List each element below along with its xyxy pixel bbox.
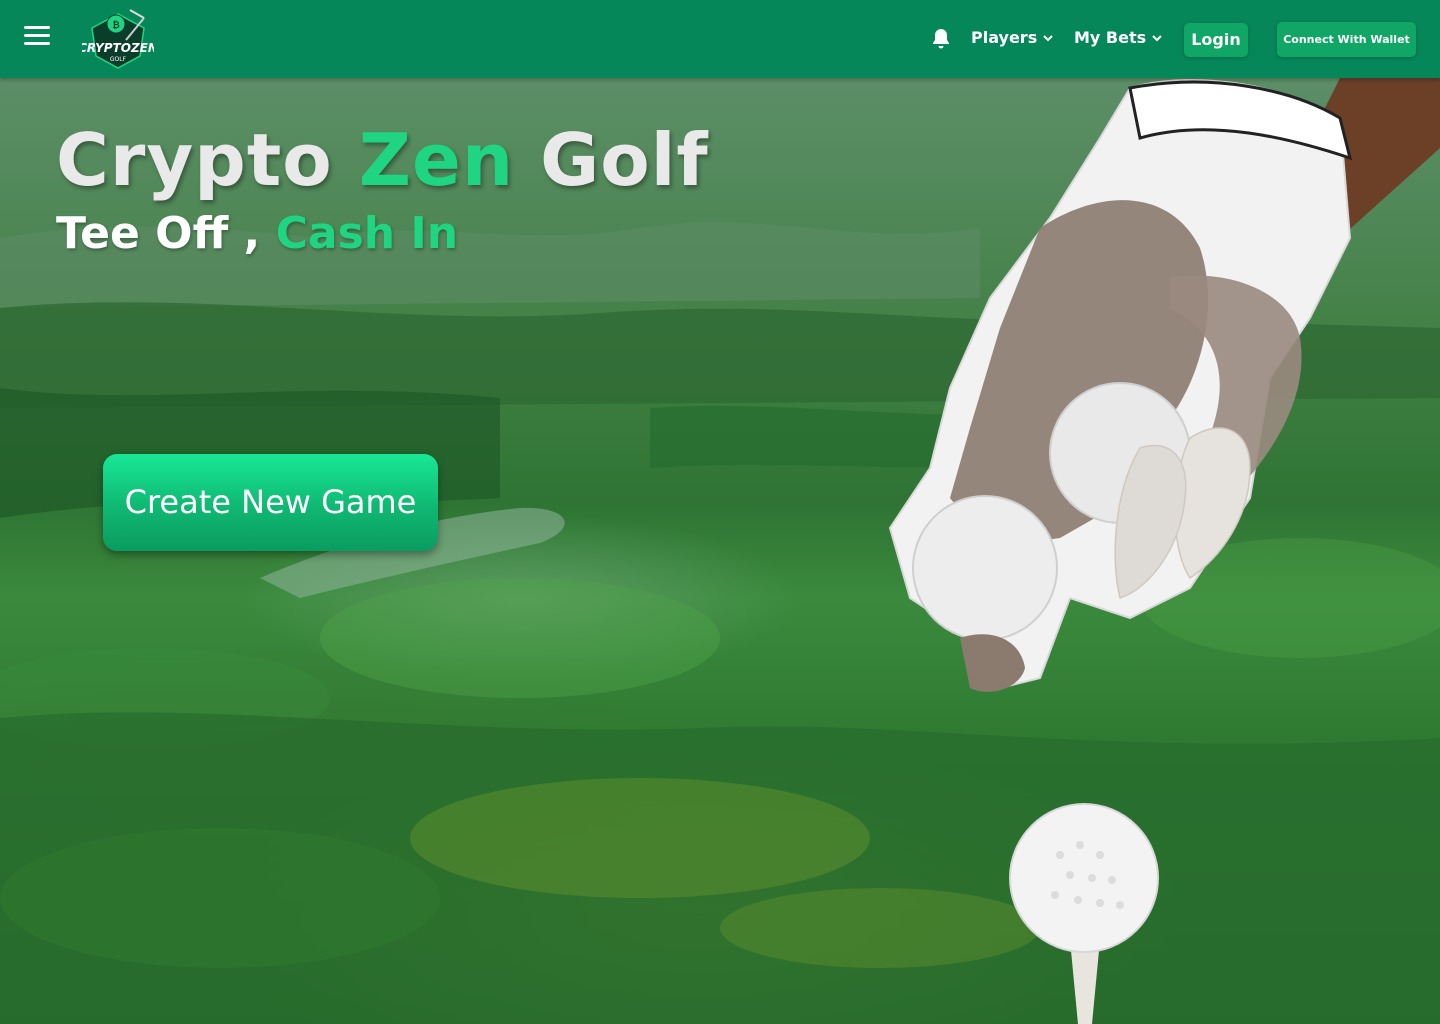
hero-section: Crypto Zen Golf Tee Off , Cash In Create…	[0, 78, 1440, 1024]
hamburger-menu-icon[interactable]	[24, 26, 56, 52]
hero-subtitle-cash-in: Cash In	[275, 208, 459, 259]
chevron-down-icon	[1043, 35, 1053, 42]
top-navigation-bar: ₿ CRYPTOZEN GOLF Players My Bets Login C…	[0, 0, 1440, 78]
nav-players-label: Players	[971, 28, 1038, 47]
bell-icon[interactable]	[929, 27, 953, 51]
svg-text:CRYPTOZEN: CRYPTOZEN	[82, 41, 154, 55]
svg-text:GOLF: GOLF	[110, 56, 127, 63]
hero-title-zen: Zen	[358, 118, 515, 202]
cryptozen-golf-logo[interactable]: ₿ CRYPTOZEN GOLF	[82, 6, 154, 72]
hero-subtitle: Tee Off , Cash In	[56, 208, 458, 259]
hero-title-golf: Golf	[540, 118, 709, 202]
golf-ball-on-tee-image	[1009, 803, 1159, 1024]
chevron-down-icon	[1152, 35, 1162, 42]
connect-wallet-button[interactable]: Connect With Wallet	[1277, 22, 1416, 57]
create-new-game-button[interactable]: Create New Game	[103, 454, 438, 551]
hero-title: Crypto Zen Golf	[56, 118, 709, 202]
hero-subtitle-tee-off: Tee Off ,	[56, 208, 261, 259]
nav-players-dropdown[interactable]: Players	[971, 28, 1053, 47]
svg-text:₿: ₿	[112, 20, 119, 31]
login-button[interactable]: Login	[1184, 23, 1248, 57]
nav-my-bets-label: My Bets	[1074, 28, 1147, 47]
hero-title-crypto: Crypto	[56, 118, 333, 202]
nav-my-bets-dropdown[interactable]: My Bets	[1074, 28, 1162, 47]
golf-glove-with-balls-image	[888, 78, 1440, 692]
